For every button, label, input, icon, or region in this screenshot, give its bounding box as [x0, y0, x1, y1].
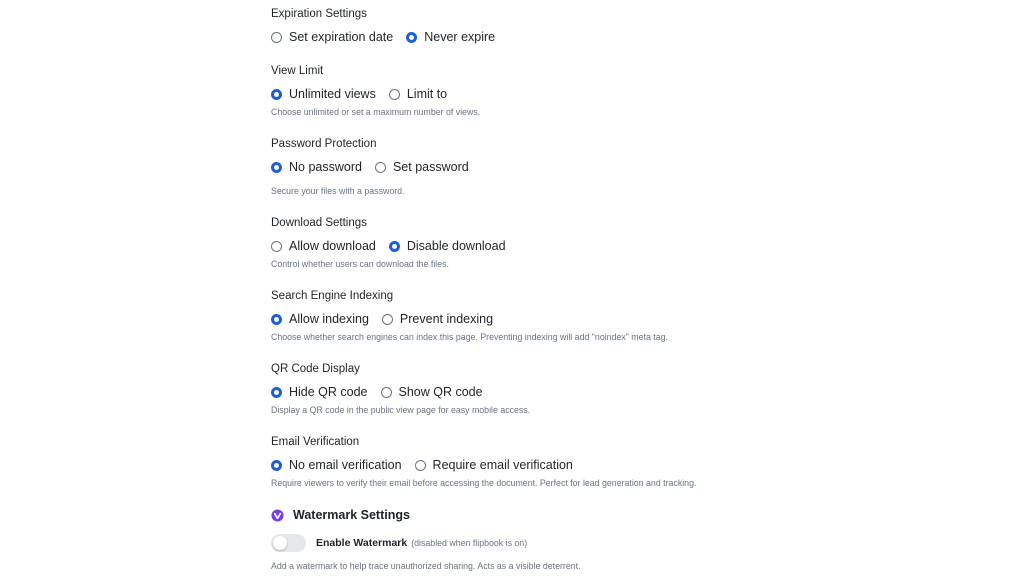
option-label: Hide QR code	[289, 385, 368, 399]
watermark-toggle-label: Enable Watermark	[316, 537, 408, 549]
radio-set-password[interactable]: Set password	[374, 160, 469, 174]
view-limit-section: View Limit	[271, 64, 323, 78]
radio-circle[interactable]	[271, 161, 282, 173]
password-help: Secure your files with a password.	[271, 186, 405, 196]
qr-help: Display a QR code in the public view pag…	[271, 405, 531, 415]
qr-title: QR Code Display	[271, 363, 360, 375]
radio-circle[interactable]	[271, 31, 282, 43]
option-label: Require email verification	[432, 458, 573, 472]
radio-allow-download[interactable]: Allow download	[271, 239, 376, 253]
view-limit-help: Choose unlimited or set a maximum number…	[271, 107, 481, 117]
radio-circle[interactable]	[271, 313, 282, 325]
password-title: Password Protection	[271, 138, 377, 150]
radio-prevent-indexing[interactable]: Prevent indexing	[381, 312, 494, 326]
watermark-toggle[interactable]	[271, 534, 306, 552]
radio-disable-download[interactable]: Disable download	[388, 239, 506, 253]
radio-circle[interactable]	[374, 161, 386, 173]
radio-never-expire[interactable]: Never expire	[406, 30, 495, 44]
option-label: Set password	[392, 160, 469, 174]
indexing-section: Search Engine Indexing	[271, 289, 393, 303]
option-label: Set expiration date	[289, 30, 394, 44]
radio-circle[interactable]	[414, 459, 426, 471]
radio-circle[interactable]	[271, 240, 282, 252]
option-label: Disable download	[406, 239, 506, 253]
watermark-toggle-row: Enable Watermark (disabled when flipbook…	[271, 534, 527, 552]
download-section: Download Settings	[271, 216, 367, 230]
option-label: No email verification	[289, 458, 402, 472]
radio-no-password[interactable]: No password	[271, 160, 362, 174]
radio-show-qr-code[interactable]: Show QR code	[380, 385, 483, 399]
email-help: Require viewers to verify their email be…	[271, 478, 697, 488]
radio-hide-qr-code[interactable]: Hide QR code	[271, 385, 368, 399]
radio-require-email-verification[interactable]: Require email verification	[414, 458, 573, 472]
expiration-title: Expiration Settings	[271, 8, 367, 20]
email-section: Email Verification	[271, 435, 359, 449]
option-label: No password	[289, 160, 362, 174]
indexing-help: Choose whether search engines can index …	[271, 332, 668, 342]
view-limit-title: View Limit	[271, 65, 324, 77]
option-label: Never expire	[424, 30, 496, 44]
expiration-section: Expiration Settings	[271, 7, 367, 21]
radio-unlimited-views[interactable]: Unlimited views	[271, 87, 376, 101]
view-limit-options: Unlimited views Limit to	[271, 87, 460, 101]
radio-set-expiration-date[interactable]: Set expiration date	[271, 30, 393, 44]
radio-circle[interactable]	[271, 386, 282, 398]
password-section: Password Protection	[271, 137, 376, 151]
option-label: Unlimited views	[289, 87, 376, 101]
radio-circle[interactable]	[380, 386, 392, 398]
watermark-header: Watermark Settings	[271, 508, 410, 522]
radio-circle[interactable]	[271, 88, 282, 100]
radio-circle[interactable]	[388, 240, 400, 252]
indexing-title: Search Engine Indexing	[271, 290, 394, 302]
expiration-options: Set expiration date Never expire	[271, 30, 508, 44]
option-label: Limit to	[406, 87, 448, 101]
radio-no-email-verification[interactable]: No email verification	[271, 458, 402, 472]
watermark-title: Watermark Settings	[293, 508, 410, 522]
option-label: Allow indexing	[289, 312, 369, 326]
qr-options: Hide QR code Show QR code	[271, 385, 496, 399]
radio-limit-to[interactable]: Limit to	[388, 87, 448, 101]
watermark-toggle-note: (disabled when flipbook is on)	[411, 538, 528, 548]
radio-circle[interactable]	[406, 31, 418, 43]
option-label: Show QR code	[398, 385, 483, 399]
radio-circle[interactable]	[271, 459, 282, 471]
password-options: No password Set password	[271, 160, 482, 174]
radio-circle[interactable]	[381, 313, 393, 325]
watermark-icon	[271, 508, 284, 522]
download-options: Allow download Disable download	[271, 239, 519, 253]
toggle-knob	[273, 536, 287, 550]
radio-circle[interactable]	[388, 88, 400, 100]
option-label: Prevent indexing	[399, 312, 494, 326]
option-label: Allow download	[289, 239, 376, 253]
download-help: Control whether users can download the f…	[271, 259, 449, 269]
qr-section: QR Code Display	[271, 362, 360, 376]
download-title: Download Settings	[271, 217, 367, 229]
indexing-options: Allow indexing Prevent indexing	[271, 312, 506, 326]
email-options: No email verification Require email veri…	[271, 458, 586, 472]
email-title: Email Verification	[271, 436, 360, 448]
radio-allow-indexing[interactable]: Allow indexing	[271, 312, 369, 326]
watermark-help: Add a watermark to help trace unauthoriz…	[271, 561, 581, 571]
